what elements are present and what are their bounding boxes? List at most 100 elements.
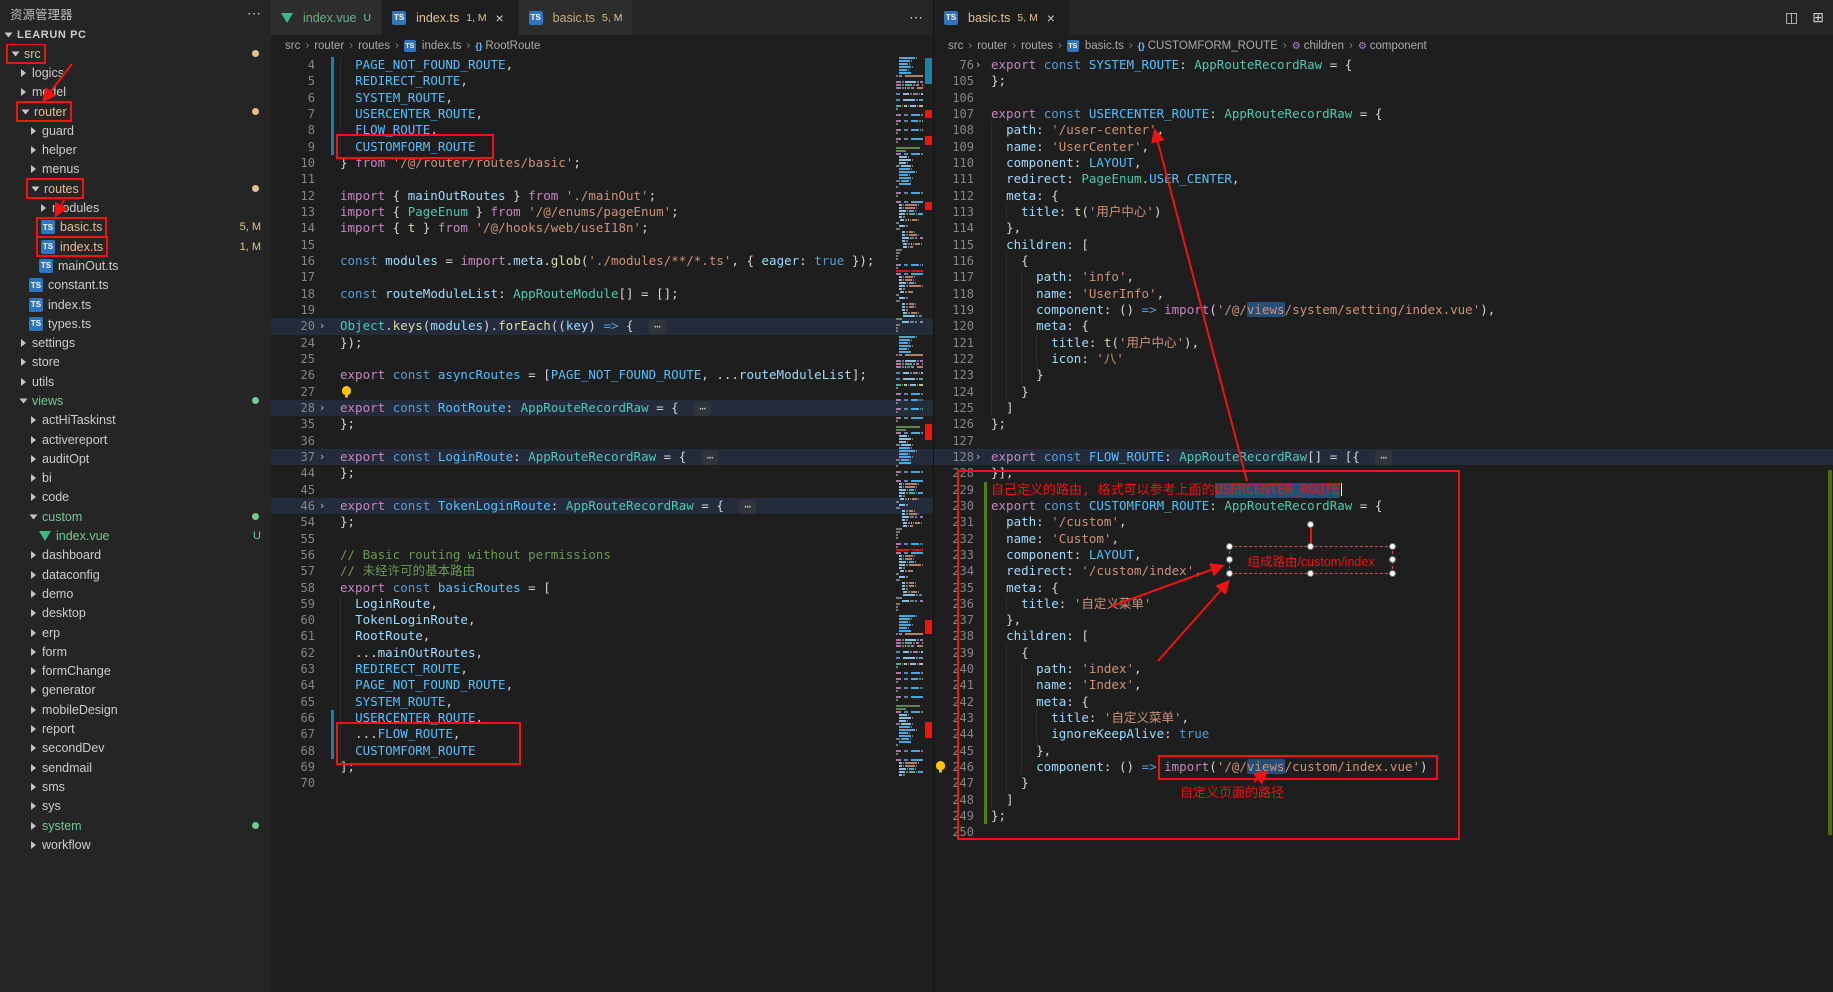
code-line-120[interactable]: 120 meta: {: [934, 318, 1833, 334]
tree-item-src[interactable]: src: [0, 44, 271, 63]
code-line-26[interactable]: 26export const asyncRoutes = [PAGE_NOT_F…: [271, 367, 933, 383]
code-line-232[interactable]: 232 name: 'Custom',: [934, 531, 1833, 547]
breadcrumb-item-routes[interactable]: routes: [1021, 40, 1053, 52]
code-line-230[interactable]: 230export const CUSTOMFORM_ROUTE: AppRou…: [934, 498, 1833, 514]
code-line-113[interactable]: 113 title: t('用户中心'): [934, 204, 1833, 220]
tree-item-index.vue[interactable]: index.vueU: [0, 526, 271, 545]
code-line-236[interactable]: 236 title: '自定义菜单': [934, 596, 1833, 612]
code-line-116[interactable]: 116 {: [934, 253, 1833, 269]
code-line-17[interactable]: 17: [271, 269, 933, 285]
code-line-243[interactable]: 243 title: '自定义菜单',: [934, 710, 1833, 726]
fold-chevron-icon[interactable]: ›: [974, 449, 982, 465]
tree-item-model[interactable]: model: [0, 83, 271, 102]
tree-item-settings[interactable]: settings: [0, 333, 271, 352]
code-line-4[interactable]: 4 PAGE_NOT_FOUND_ROUTE,: [271, 57, 933, 73]
code-line-69[interactable]: 69];: [271, 759, 933, 775]
minimap[interactable]: [896, 57, 923, 792]
code-line-6[interactable]: 6 SYSTEM_ROUTE,: [271, 90, 933, 106]
selection-handle[interactable]: [1226, 556, 1233, 563]
tree-item-views[interactable]: views: [0, 391, 271, 410]
code-line-46[interactable]: 46›export const TokenLoginRoute: AppRout…: [271, 498, 933, 514]
rotation-handle[interactable]: [1307, 521, 1314, 528]
code-line-14[interactable]: 14import { t } from '/@/hooks/web/useI18…: [271, 220, 933, 236]
fold-chevron-icon[interactable]: ›: [315, 498, 329, 514]
more-actions-icon[interactable]: ⋯: [247, 5, 261, 22]
code-line-66[interactable]: 66 USERCENTER_ROUTE,: [271, 710, 933, 726]
layout-icon[interactable]: ⊞: [1812, 9, 1824, 26]
code-line-56[interactable]: 56// Basic routing without permissions: [271, 547, 933, 563]
breadcrumb-item-index.ts[interactable]: TSindex.ts: [404, 40, 462, 52]
code-line-122[interactable]: 122 icon: '八': [934, 351, 1833, 367]
code-line-7[interactable]: 7 USERCENTER_ROUTE,: [271, 106, 933, 122]
code-line-9[interactable]: 9 CUSTOMFORM_ROUTE: [271, 139, 933, 155]
code-line-20[interactable]: 20›Object.keys(modules).forEach((key) =>…: [271, 318, 933, 334]
tree-item-helper[interactable]: helper: [0, 140, 271, 159]
code-line-76[interactable]: 76›export const SYSTEM_ROUTE: AppRouteRe…: [934, 57, 1833, 73]
code-line-25[interactable]: 25: [271, 351, 933, 367]
code-line-124[interactable]: 124 }: [934, 384, 1833, 400]
breadcrumb-item-RootRoute[interactable]: {}RootRoute: [475, 40, 540, 52]
code-line-231[interactable]: 231 path: '/custom',: [934, 514, 1833, 530]
code-line-246[interactable]: 246 component: () => import('/@/views/cu…: [934, 759, 1833, 775]
tree-item-workflow[interactable]: workflow: [0, 835, 271, 854]
selection-handle[interactable]: [1307, 543, 1314, 550]
tree-item-dataconfig[interactable]: dataconfig: [0, 565, 271, 584]
code-line-119[interactable]: 119 component: () => import('/@/views/sy…: [934, 302, 1833, 318]
tree-item-logics[interactable]: logics: [0, 63, 271, 82]
code-line-58[interactable]: 58export const basicRoutes = [: [271, 580, 933, 596]
code-line-105[interactable]: 105};: [934, 73, 1833, 89]
selection-handle[interactable]: [1389, 543, 1396, 550]
code-line-55[interactable]: 55: [271, 531, 933, 547]
fold-chevron-icon[interactable]: ›: [974, 57, 982, 73]
folded-code-ellipsis[interactable]: ⋯: [1375, 451, 1392, 465]
code-line-59[interactable]: 59 LoginRoute,: [271, 596, 933, 612]
code-line-18[interactable]: 18const routeModuleList: AppRouteModule[…: [271, 286, 933, 302]
code-line-241[interactable]: 241 name: 'Index',: [934, 677, 1833, 693]
tree-item-formChange[interactable]: formChange: [0, 662, 271, 681]
tree-item-sendmail[interactable]: sendmail: [0, 758, 271, 777]
code-line-45[interactable]: 45: [271, 482, 933, 498]
code-line-247[interactable]: 247 }: [934, 775, 1833, 791]
tree-item-modules[interactable]: modules: [0, 198, 271, 217]
code-line-64[interactable]: 64 PAGE_NOT_FOUND_ROUTE,: [271, 677, 933, 693]
code-line-245[interactable]: 245 },: [934, 743, 1833, 759]
code-line-242[interactable]: 242 meta: {: [934, 694, 1833, 710]
code-line-108[interactable]: 108 path: '/user-center',: [934, 122, 1833, 138]
folded-code-ellipsis[interactable]: ⋯: [739, 500, 756, 514]
code-line-62[interactable]: 62 ...mainOutRoutes,: [271, 645, 933, 661]
code-line-118[interactable]: 118 name: 'UserInfo',: [934, 286, 1833, 302]
code-line-54[interactable]: 54};: [271, 514, 933, 530]
tab-basic.ts[interactable]: TSbasic.ts5, M×: [934, 0, 1070, 35]
code-line-67[interactable]: 67 ...FLOW_ROUTE,: [271, 726, 933, 742]
tree-item-router[interactable]: router: [0, 102, 271, 121]
fold-chevron-icon[interactable]: ›: [315, 400, 329, 416]
code-line-239[interactable]: 239 {: [934, 645, 1833, 661]
tree-item-sms[interactable]: sms: [0, 777, 271, 796]
code-line-15[interactable]: 15: [271, 237, 933, 253]
code-line-70[interactable]: 70: [271, 775, 933, 791]
selection-handle[interactable]: [1389, 556, 1396, 563]
code-line-249[interactable]: 249};: [934, 808, 1833, 824]
code-line-237[interactable]: 237 },: [934, 612, 1833, 628]
selection-handle[interactable]: [1226, 543, 1233, 550]
code-line-65[interactable]: 65 SYSTEM_ROUTE,: [271, 694, 933, 710]
breadcrumb-item-routes[interactable]: routes: [358, 40, 390, 52]
close-icon[interactable]: ×: [492, 10, 508, 26]
selection-handle[interactable]: [1389, 570, 1396, 577]
code-line-61[interactable]: 61 RootRoute,: [271, 628, 933, 644]
code-line-111[interactable]: 111 redirect: PageEnum.USER_CENTER,: [934, 171, 1833, 187]
code-line-35[interactable]: 35};: [271, 416, 933, 432]
tree-item-types.ts[interactable]: TStypes.ts: [0, 314, 271, 333]
code-line-19[interactable]: 19: [271, 302, 933, 318]
tree-item-auditOpt[interactable]: auditOpt: [0, 449, 271, 468]
tree-item-menus[interactable]: menus: [0, 160, 271, 179]
code-line-107[interactable]: 107export const USERCENTER_ROUTE: AppRou…: [934, 106, 1833, 122]
code-line-229[interactable]: 229自己定义的路由, 格式可以参考上面的USERCENTER_ROUTE: [934, 482, 1833, 498]
tree-item-dashboard[interactable]: dashboard: [0, 546, 271, 565]
tree-item-erp[interactable]: erp: [0, 623, 271, 642]
code-line-244[interactable]: 244 ignoreKeepAlive: true: [934, 726, 1833, 742]
breadcrumb-item-CUSTOMFORM_ROUTE[interactable]: {}CUSTOMFORM_ROUTE: [1138, 40, 1278, 52]
tree-item-index.ts[interactable]: TSindex.ts1, M: [0, 237, 271, 256]
code-line-114[interactable]: 114 },: [934, 220, 1833, 236]
tree-item-guard[interactable]: guard: [0, 121, 271, 140]
